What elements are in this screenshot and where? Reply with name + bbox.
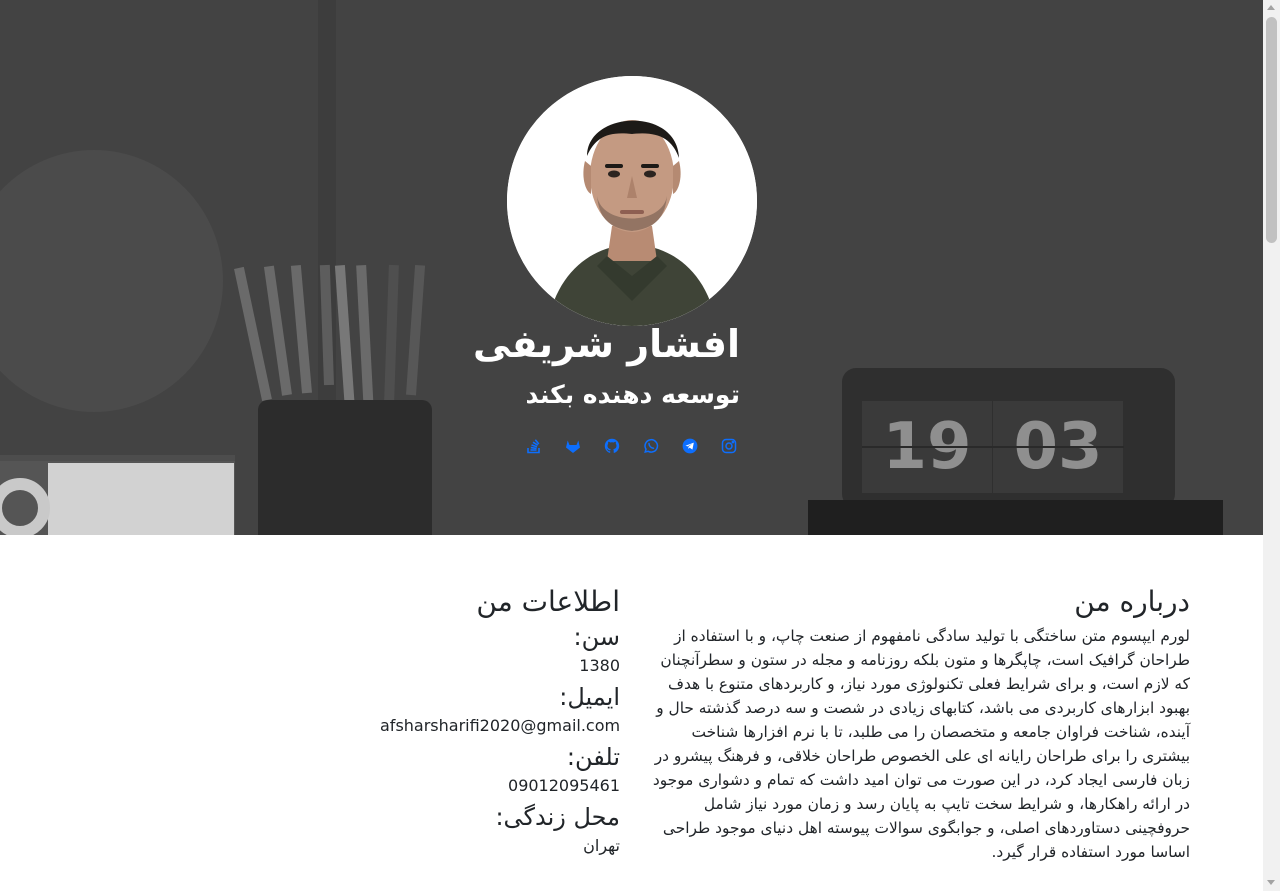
info-section: اطلاعات من سن: 1380 ایمیل: afsharsharifi… bbox=[380, 585, 620, 861]
phone-value: 09012095461 bbox=[508, 776, 620, 795]
email-label: ایمیل: bbox=[559, 683, 620, 711]
whatsapp-icon[interactable] bbox=[641, 436, 661, 456]
hero-header: 19 03 افشار شریفی توسعه دهنده بکند bbox=[0, 0, 1263, 535]
decor-pencil-holder bbox=[258, 400, 432, 535]
scroll-down-arrow-icon[interactable] bbox=[1267, 880, 1275, 885]
age-label: سن: bbox=[573, 623, 620, 651]
age-value: 1380 bbox=[579, 656, 620, 675]
phone-label: تلفن: bbox=[566, 743, 620, 771]
social-links bbox=[524, 436, 739, 456]
instagram-icon[interactable] bbox=[719, 436, 739, 456]
location-label: محل زندگی: bbox=[495, 803, 620, 831]
stackoverflow-icon[interactable] bbox=[524, 436, 544, 456]
vertical-scrollbar[interactable] bbox=[1263, 0, 1280, 891]
avatar bbox=[507, 76, 757, 326]
github-icon[interactable] bbox=[602, 436, 622, 456]
profile-role: توسعه دهنده بکند bbox=[525, 380, 740, 409]
location-value: تهران bbox=[583, 836, 620, 855]
profile-name: افشار شریفی bbox=[472, 322, 740, 366]
telegram-icon[interactable] bbox=[680, 436, 700, 456]
about-title: درباره من bbox=[1074, 585, 1190, 618]
about-text: لورم ایپسوم متن ساختگی با تولید سادگی نا… bbox=[652, 627, 1190, 861]
scroll-up-arrow-icon[interactable] bbox=[1267, 5, 1275, 10]
info-title: اطلاعات من bbox=[476, 585, 620, 618]
decor-circle bbox=[0, 150, 223, 412]
gitlab-icon[interactable] bbox=[563, 436, 583, 456]
email-value: afsharsharifi2020@gmail.com bbox=[380, 716, 621, 735]
scroll-thumb[interactable] bbox=[1266, 17, 1277, 243]
about-section: درباره من لورم ایپسوم متن ساختگی با تولی… bbox=[640, 585, 1190, 864]
